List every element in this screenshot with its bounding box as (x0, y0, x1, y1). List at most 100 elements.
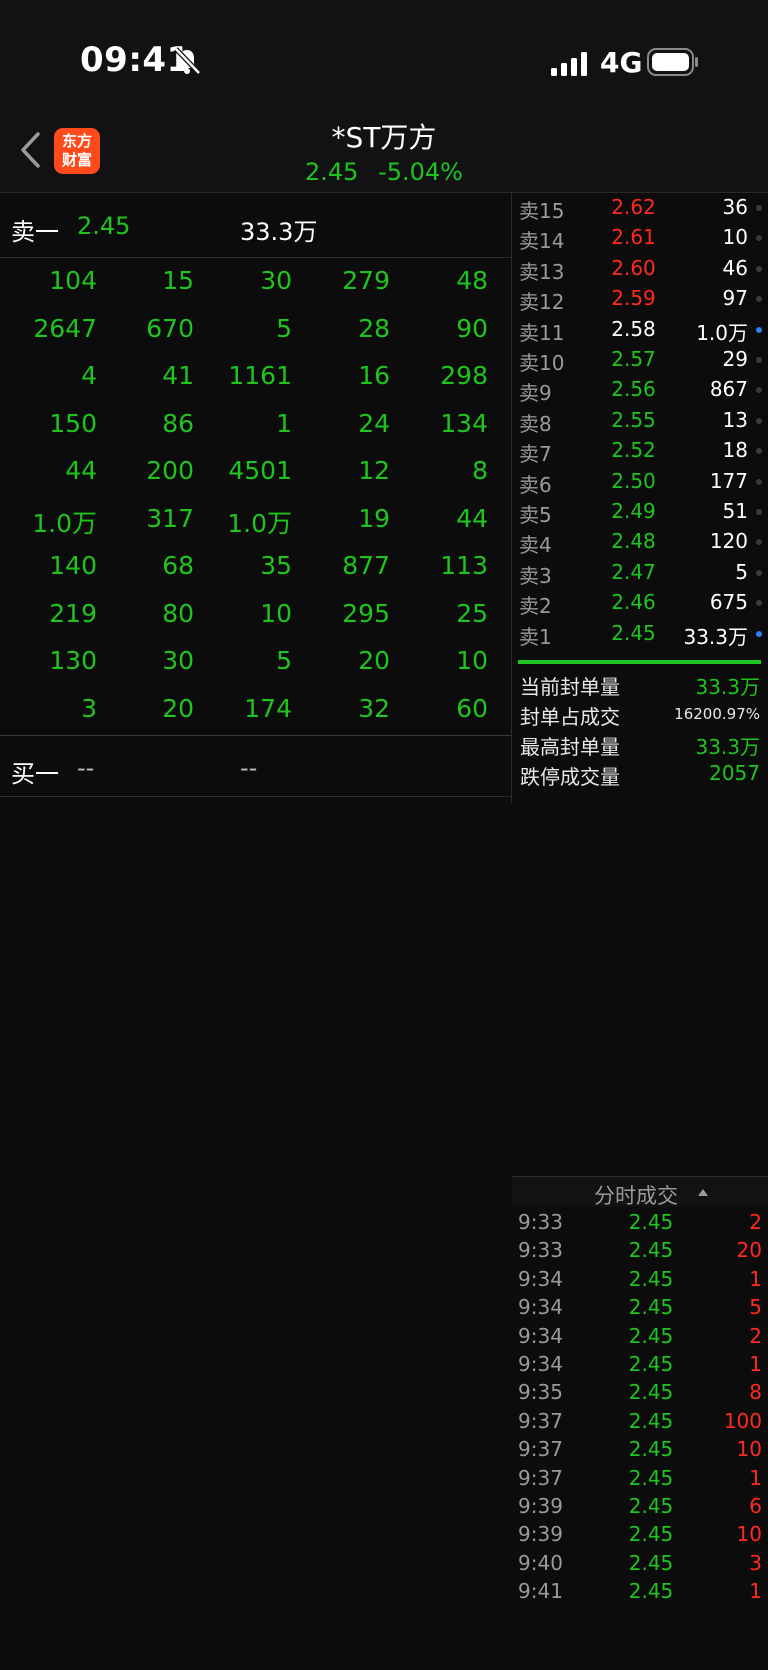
order-level-label: 卖8 (519, 411, 552, 436)
queue-order-volume: 44 (65, 456, 97, 485)
tick-price: 2.45 (628, 1380, 674, 1405)
order-book-row[interactable]: 卖9 2.56 867 (512, 375, 768, 405)
order-level-label: 卖4 (519, 533, 552, 558)
queue-row: 140 68 35 877 113 (0, 543, 512, 591)
sort-up-icon[interactable] (698, 1189, 708, 1196)
order-book-row[interactable]: 卖8 2.55 13 (512, 406, 768, 436)
order-level-volume: 46 (722, 255, 748, 280)
order-level-label: 卖3 (519, 563, 552, 588)
tick-price: 2.45 (628, 1210, 674, 1234)
queue-order-volume: 317 (146, 503, 194, 533)
indicator-dot-icon (756, 296, 762, 303)
tick-volume: 1 (749, 1579, 762, 1604)
indicator-dot-icon (756, 569, 762, 576)
queue-order-volume: 90 (456, 313, 488, 343)
order-book-row[interactable]: 卖2 2.46 675 (512, 588, 768, 618)
order-level-price: 2.47 (611, 559, 656, 584)
queue-row: 2647 670 5 28 90 (0, 306, 512, 354)
tick-time: 9:41 (518, 1579, 563, 1604)
indicator-dot-icon (756, 387, 762, 394)
queue-order-volume: 279 (342, 266, 390, 295)
queue-row: 44 200 4501 12 8 (0, 448, 512, 496)
order-level-volume: 18 (722, 438, 748, 463)
tick-price: 2.45 (628, 1579, 674, 1604)
tick-price: 2.45 (628, 1295, 674, 1320)
order-level-label: 卖6 (519, 472, 552, 497)
queue-order-volume: 10 (260, 598, 292, 628)
order-book-row[interactable]: 卖1 2.45 33.3万 (512, 619, 768, 649)
queue-order-volume: 113 (440, 551, 488, 580)
order-level-label: 卖12 (519, 290, 565, 315)
order-level-volume: 177 (709, 468, 748, 493)
queue-row: 219 80 10 295 25 (0, 591, 512, 639)
order-level-label: 卖11 (519, 320, 565, 345)
order-level-volume: 13 (722, 407, 748, 432)
tick-row: 9:35 2.45 8 (512, 1378, 768, 1406)
stat-row: 封单占成交 16200.97% (512, 698, 768, 729)
queue-order-volume: 16 (358, 361, 390, 390)
order-book-row[interactable]: 卖13 2.60 46 (512, 254, 768, 284)
stat-label: 当前封单量 (520, 675, 620, 699)
queue-order-volume: 104 (49, 266, 97, 295)
sell1-label: 卖一 (11, 218, 59, 246)
order-level-volume: 97 (722, 286, 748, 311)
order-book-row[interactable]: 卖11 2.58 1.0万 (512, 315, 768, 345)
sell1-price: 2.45 (77, 212, 131, 240)
order-book-row[interactable]: 卖14 2.61 10 (512, 223, 768, 253)
order-level-price: 2.62 (611, 195, 656, 219)
order-level-price: 2.60 (611, 255, 656, 280)
order-book-row[interactable]: 卖5 2.49 51 (512, 497, 768, 527)
order-queue-grid: 104 15 30 279 48 2647 670 5 28 90 4 41 1161 16 298 150 8… (0, 258, 512, 728)
queue-order-volume: 10 (456, 646, 488, 675)
stat-row: 跌停成交量 2057 (512, 758, 768, 789)
time-and-sales-title: 分时成交 (594, 1184, 678, 1208)
indicator-dot-icon (756, 630, 762, 637)
order-book-row[interactable]: 卖15 2.62 36 (512, 193, 768, 223)
tick-volume: 1 (749, 1352, 762, 1376)
tick-price: 2.45 (628, 1352, 674, 1376)
order-level-price: 2.45 (611, 620, 656, 645)
tick-time: 9:33 (518, 1210, 563, 1234)
queue-order-volume: 12 (358, 456, 390, 485)
order-level-volume: 1.0万 (696, 320, 748, 345)
queue-order-volume: 2647 (33, 313, 97, 343)
order-book-row[interactable]: 卖3 2.47 5 (512, 558, 768, 588)
queue-order-volume: 219 (49, 598, 97, 628)
order-level-volume: 675 (709, 590, 748, 615)
cellular-signal-icon (551, 52, 587, 76)
tick-price: 2.45 (628, 1550, 674, 1575)
order-level-price: 2.48 (611, 529, 656, 554)
bell-muted-icon (174, 47, 201, 75)
tick-time: 9:34 (518, 1352, 563, 1376)
time-and-sales-header[interactable]: 分时成交 (512, 1176, 768, 1208)
stock-name: *ST万方 (331, 121, 437, 154)
buy1-price: -- (77, 754, 95, 782)
tick-price: 2.45 (628, 1266, 674, 1291)
queue-order-volume: 3 (81, 693, 97, 723)
order-book-row[interactable]: 卖10 2.57 29 (512, 345, 768, 375)
buy1-row[interactable]: 买一 -- -- (0, 735, 512, 797)
order-book-row[interactable]: 卖7 2.52 18 (512, 436, 768, 466)
queue-row: 3 20 174 32 60 (0, 686, 512, 734)
tick-volume: 1 (749, 1465, 762, 1490)
tick-time: 9:39 (518, 1494, 563, 1518)
tick-time: 9:33 (518, 1238, 563, 1263)
queue-order-volume: 1161 (228, 361, 292, 390)
order-book-row[interactable]: 卖12 2.59 97 (512, 284, 768, 314)
order-level-price: 2.57 (611, 347, 656, 371)
tick-price: 2.45 (628, 1494, 674, 1518)
order-book-row[interactable]: 卖6 2.50 177 (512, 467, 768, 497)
tick-price: 2.45 (628, 1238, 674, 1263)
order-level-price: 2.61 (611, 225, 656, 250)
queue-order-volume: 68 (162, 551, 194, 580)
tick-row: 9:37 2.45 10 (512, 1435, 768, 1463)
order-level-label: 卖9 (519, 381, 552, 406)
sell1-row[interactable]: 卖一 2.45 33.3万 (0, 193, 512, 258)
queue-row: 150 86 1 24 134 (0, 401, 512, 449)
queue-order-volume: 41 (162, 361, 194, 390)
order-level-price: 2.58 (611, 316, 656, 341)
sell1-volume: 33.3万 (240, 218, 318, 246)
order-level-volume: 120 (709, 529, 748, 554)
queue-order-volume: 8 (472, 456, 488, 485)
order-book-row[interactable]: 卖4 2.48 120 (512, 527, 768, 557)
